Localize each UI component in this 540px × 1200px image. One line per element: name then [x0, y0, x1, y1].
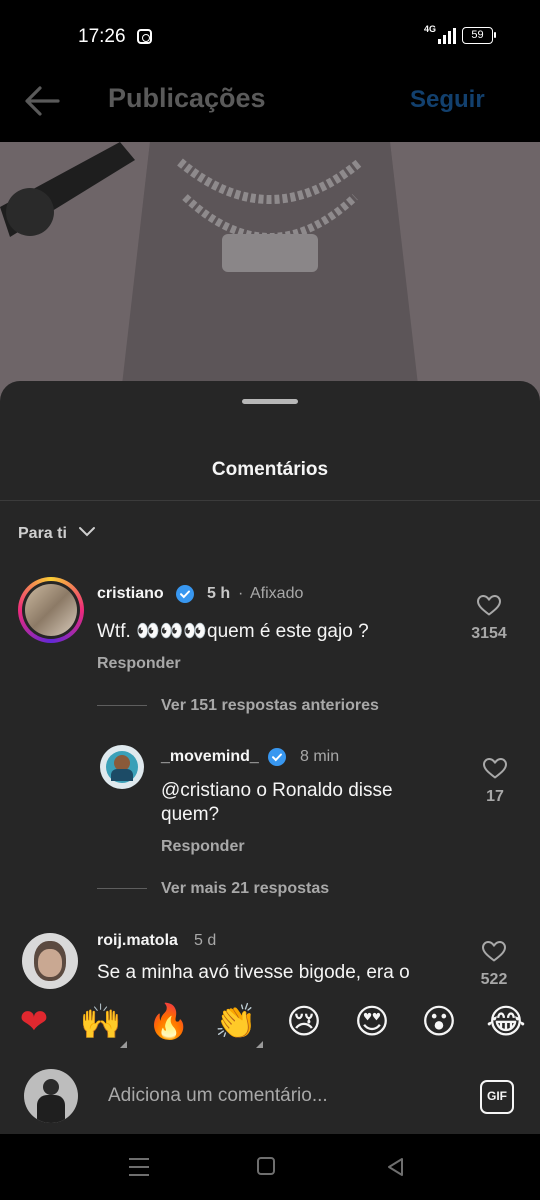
battery-icon: 59 [462, 27, 496, 44]
signal-icon [438, 28, 456, 44]
current-user-avatar [24, 1069, 78, 1123]
drag-handle[interactable] [242, 399, 298, 404]
divider [0, 500, 540, 501]
back-triangle-icon[interactable] [384, 1156, 406, 1178]
view-previous-replies[interactable]: Ver 151 respostas anteriores [161, 697, 379, 715]
comment-text-line: quem? [161, 804, 220, 825]
skin-tone-indicator [256, 1041, 263, 1048]
comment-time: 8 min [300, 748, 340, 765]
emoji-red-heart[interactable]: ❤ [12, 1000, 56, 1044]
emoji-raising-hands[interactable]: 🙌 [79, 1000, 123, 1044]
status-time: 17:26 [78, 26, 126, 47]
home-icon[interactable] [256, 1156, 278, 1178]
view-more-replies[interactable]: Ver mais 21 respostas [161, 880, 329, 898]
avatar[interactable] [22, 933, 78, 989]
recent-apps-icon[interactable] [127, 1156, 151, 1178]
emoji-crying-face[interactable]: 😢 [282, 1000, 326, 1044]
post-photo-graphic [0, 142, 540, 402]
thread-line [97, 705, 147, 706]
reply-button[interactable]: Responder [161, 838, 245, 856]
meta-separator: · [238, 585, 244, 602]
like-heart-icon[interactable] [482, 756, 508, 780]
instagram-icon [137, 29, 152, 44]
comment-username[interactable]: roij.matola [97, 932, 178, 950]
pinned-label: Afixado [250, 585, 304, 602]
like-heart-icon[interactable] [476, 593, 502, 617]
comment-username[interactable]: _movemind_ [161, 748, 259, 766]
chevron-down-icon[interactable] [78, 523, 96, 541]
comment-text-line: @cristiano o Ronaldo disse [161, 780, 393, 801]
emoji-quick-bar: ❤ 🙌 🔥 👏 😢 😍 😮 😂 [0, 992, 540, 1056]
verified-badge-icon [176, 585, 194, 603]
sort-dropdown-label[interactable]: Para ti [18, 525, 67, 543]
status-bar: 17:26 4G 59 [0, 0, 540, 72]
post-image [0, 142, 540, 402]
emoji-fire[interactable]: 🔥 [147, 1000, 191, 1044]
emoji-heart-eyes[interactable]: 😍 [350, 1000, 394, 1044]
emoji-surprised-face[interactable]: 😮 [417, 1000, 461, 1044]
comment-username[interactable]: cristiano [97, 585, 164, 603]
network-type: 4G [424, 24, 437, 34]
like-count: 3154 [471, 625, 507, 642]
system-nav-bar [0, 1134, 540, 1200]
gif-button[interactable]: GIF [480, 1080, 514, 1114]
page-title: Publicações [108, 83, 266, 113]
like-count: 522 [480, 971, 508, 988]
verified-badge-icon [268, 748, 286, 766]
thread-line [97, 888, 147, 889]
like-count: 17 [486, 788, 504, 805]
back-arrow-icon [25, 86, 60, 116]
comment-text: Se a minha avó tivesse bigode, era o [97, 962, 410, 983]
emoji-clapping-hands[interactable]: 👏 [214, 1000, 258, 1044]
comments-title: Comentários [211, 459, 329, 480]
follow-button[interactable]: Seguir [410, 86, 485, 114]
avatar[interactable] [18, 577, 84, 643]
comment-time: 5 h [207, 585, 231, 602]
reply-button[interactable]: Responder [97, 655, 181, 673]
skin-tone-indicator [120, 1041, 127, 1048]
emoji-tears-of-joy[interactable]: 😂 [484, 1000, 528, 1044]
comment-input[interactable]: Adiciona um comentário... [108, 1085, 328, 1107]
comment-text: Wtf. 👀👀👀quem é este gajo ? [97, 621, 369, 642]
back-button[interactable] [22, 84, 62, 118]
like-heart-icon[interactable] [481, 939, 507, 963]
comment-time: 5 d [194, 932, 217, 949]
comment-composer: Adiciona um comentário... GIF [0, 1060, 540, 1134]
top-app-bar: Publicações Seguir [0, 72, 540, 142]
avatar[interactable] [100, 745, 144, 789]
